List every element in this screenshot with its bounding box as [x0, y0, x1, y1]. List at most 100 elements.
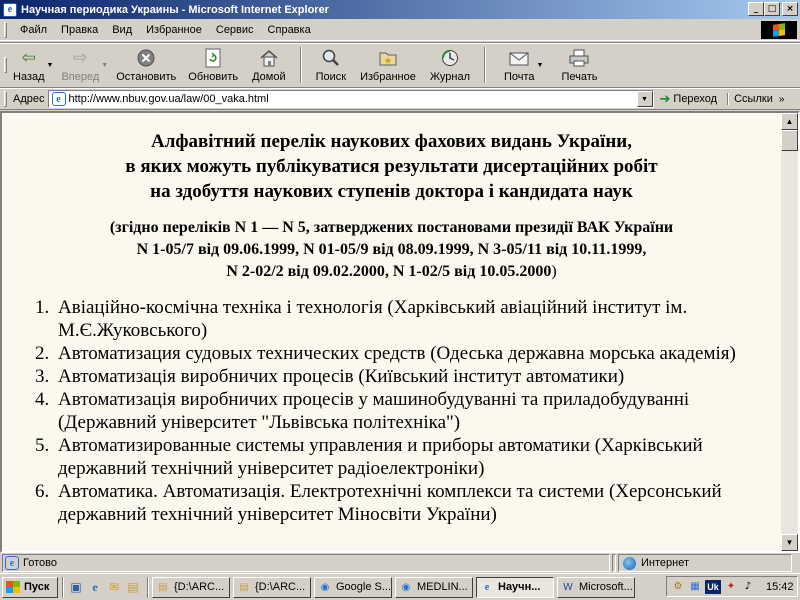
- folder-icon: ▤: [239, 581, 249, 593]
- mail-button[interactable]: Почта: [504, 44, 535, 86]
- scroll-up-icon[interactable]: ▲: [781, 113, 798, 130]
- journal-list: Авіаційно-космічна техніка і технологія …: [54, 296, 761, 526]
- history-button[interactable]: Журнал: [430, 44, 470, 86]
- refresh-label: Обновить: [188, 71, 239, 83]
- start-button[interactable]: Пуск: [2, 576, 58, 598]
- mail-dropdown-icon[interactable]: ▼: [537, 62, 544, 69]
- list-item: Автоматизація виробничих процесів (Київс…: [54, 365, 761, 388]
- minimize-button[interactable]: _: [748, 2, 764, 16]
- page-subheading: (згідно переліків N 1 — N 5, затверджени…: [2, 217, 781, 283]
- list-item: Автоматизація виробничих процесів у маши…: [54, 388, 761, 434]
- standard-toolbar: ⇦ Назад ▼ ⇨ Вперед ▼ Остановить Обновить…: [0, 42, 800, 88]
- antivirus-tray-icon[interactable]: ✦: [724, 580, 738, 594]
- search-button[interactable]: Поиск: [316, 44, 346, 86]
- refresh-button[interactable]: Обновить: [188, 44, 238, 86]
- status-zone: Интернет: [618, 554, 792, 572]
- task-button[interactable]: ◉ MEDLIN...: [395, 576, 473, 598]
- go-arrow-icon: ➔: [659, 91, 671, 107]
- task-label: {D:\ARC...: [255, 581, 306, 593]
- menu-file[interactable]: Файл: [13, 22, 54, 38]
- outlook-quicklaunch-icon[interactable]: ✉: [106, 579, 122, 595]
- heading-line: в яких можуть публікуватися результати д…: [125, 156, 658, 177]
- links-toolbar[interactable]: Ссылки »: [727, 93, 784, 105]
- address-dropdown-icon[interactable]: ▼: [636, 91, 653, 107]
- forward-dropdown-icon[interactable]: ▼: [101, 62, 108, 69]
- window-title: Научная периодика Украины - Microsoft In…: [21, 3, 329, 16]
- links-label: Ссылки: [734, 93, 773, 105]
- status-bar: e Готово Интернет: [0, 553, 800, 573]
- home-button[interactable]: Домой: [252, 44, 286, 86]
- volume-icon[interactable]: ♪: [741, 580, 755, 594]
- start-label: Пуск: [24, 581, 50, 593]
- forward-button[interactable]: ⇨ Вперед: [61, 44, 99, 86]
- page-done-icon: e: [5, 556, 19, 570]
- toolbar-grip[interactable]: [4, 57, 7, 73]
- network-tray-icon[interactable]: ▦: [688, 580, 702, 594]
- page-content: Алфавітний перелік наукових фахових вида…: [2, 113, 781, 551]
- ie-task-icon: e: [484, 581, 490, 593]
- list-item: Автоматизированные системы управления и …: [54, 434, 761, 480]
- vertical-scrollbar[interactable]: ▲ ▼: [781, 113, 798, 551]
- subheading-line: N 2-02/2 від 09.02.2000, N 1-02/5 від 10…: [226, 263, 552, 280]
- page-heading: Алфавітний перелік наукових фахових вида…: [2, 129, 781, 204]
- folder-quicklaunch-icon[interactable]: ▤: [125, 579, 141, 595]
- home-icon: [257, 47, 281, 69]
- chevron-right-icon[interactable]: »: [779, 94, 785, 105]
- list-item: Автоматизация судовых технических средст…: [54, 342, 761, 365]
- maximize-button[interactable]: □: [764, 2, 780, 16]
- task-button[interactable]: ▤ {D:\ARC...: [152, 576, 230, 598]
- go-button[interactable]: ➔ Переход: [660, 92, 718, 107]
- heading-line: на здобуття наукових ступенів доктора і …: [150, 181, 633, 202]
- history-label: Журнал: [429, 71, 470, 83]
- gear-tray-icon[interactable]: ⚙: [671, 580, 685, 594]
- refresh-icon: [201, 47, 225, 69]
- windows-flag-icon: [6, 581, 20, 593]
- menu-help[interactable]: Справка: [261, 22, 318, 38]
- address-label: Адрес: [13, 93, 45, 105]
- search-icon: [319, 47, 343, 69]
- task-list: ▤ {D:\ARC... ▤ {D:\ARC... ◉ Google S... ◉ ME…: [147, 576, 635, 598]
- forward-arrow-icon: ⇨: [73, 48, 88, 68]
- taskbar: Пуск ▣ e ✉ ▤ ▤ {D:\ARC... ▤ {D:\ARC... ◉ Go…: [0, 573, 800, 600]
- language-indicator[interactable]: Uk: [705, 579, 721, 594]
- task-button-active[interactable]: e Научн...: [476, 576, 554, 598]
- menu-favorites[interactable]: Избранное: [139, 22, 209, 38]
- task-button[interactable]: ◉ Google S...: [314, 576, 392, 598]
- menu-view[interactable]: Вид: [105, 22, 139, 38]
- favorites-folder-icon: [376, 47, 400, 69]
- heading-line: Алфавітний перелік наукових фахових вида…: [151, 131, 632, 152]
- task-button[interactable]: W Microsoft...: [557, 576, 635, 598]
- print-icon: [567, 47, 591, 69]
- task-button[interactable]: ▤ {D:\ARC...: [233, 576, 311, 598]
- internet-globe-icon: [623, 556, 636, 570]
- stop-button[interactable]: Остановить: [116, 44, 176, 86]
- task-label: Google S...: [336, 581, 392, 593]
- address-input[interactable]: e http://www.nbuv.gov.ua/law/00_vaka.htm…: [47, 90, 654, 108]
- zone-label: Интернет: [641, 557, 689, 569]
- back-button[interactable]: ⇦ Назад: [13, 44, 45, 86]
- menu-edit[interactable]: Правка: [54, 22, 105, 38]
- ie-quicklaunch-icon[interactable]: e: [87, 579, 103, 595]
- scroll-thumb[interactable]: [781, 130, 798, 151]
- show-desktop-icon[interactable]: ▣: [68, 579, 84, 595]
- scroll-down-icon[interactable]: ▼: [781, 534, 798, 551]
- menu-grip[interactable]: [4, 21, 7, 38]
- history-icon: [438, 47, 462, 69]
- back-dropdown-icon[interactable]: ▼: [47, 62, 54, 69]
- status-cell: [612, 554, 616, 572]
- browser-icon: ◉: [320, 581, 330, 593]
- favorites-button[interactable]: Избранное: [360, 44, 416, 86]
- address-grip[interactable]: [4, 91, 7, 107]
- list-item: Авіаційно-космічна техніка і технологія …: [54, 296, 761, 342]
- print-button[interactable]: Печать: [561, 44, 598, 86]
- back-arrow-icon: ⇦: [21, 48, 36, 68]
- toolbar-separator-2: [483, 47, 486, 83]
- folder-icon: ▤: [158, 581, 168, 593]
- task-label: {D:\ARC...: [174, 581, 225, 593]
- title-bar: e Научная периодика Украины - Microsoft …: [0, 0, 800, 19]
- close-button[interactable]: ×: [782, 2, 798, 16]
- word-icon: W: [563, 581, 573, 593]
- menu-tools[interactable]: Сервис: [209, 22, 261, 38]
- address-url[interactable]: http://www.nbuv.gov.ua/law/00_vaka.html: [69, 93, 269, 105]
- list-item: Автоматика. Автоматизація. Електротехніч…: [54, 480, 761, 526]
